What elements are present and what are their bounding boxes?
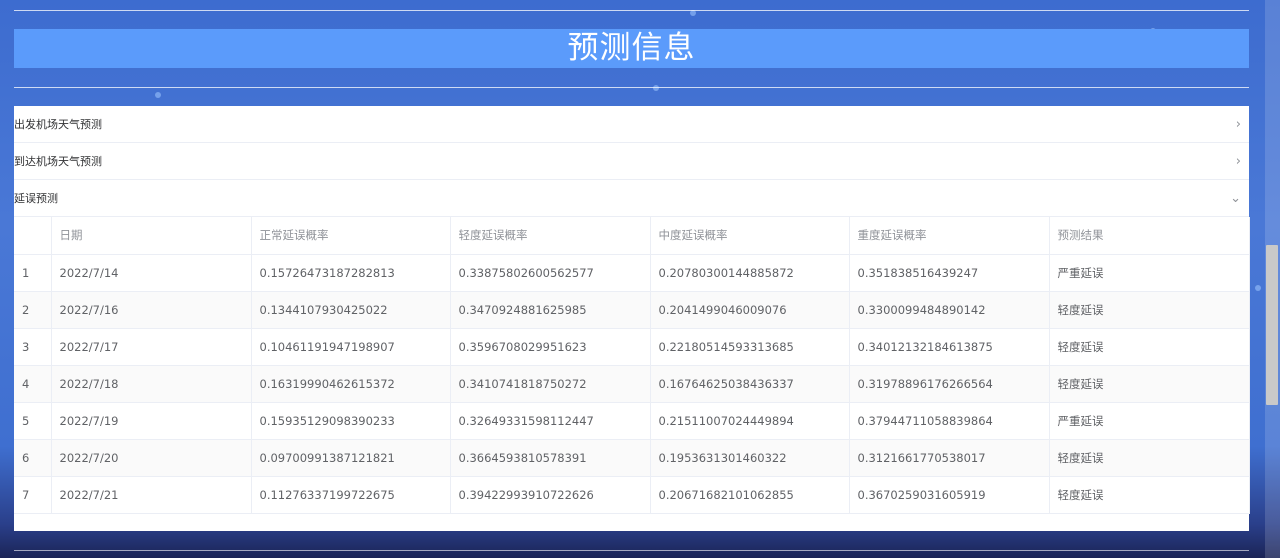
accordion-departure-weather[interactable]: 出发机场天气预测 › [14, 106, 1249, 143]
divider-middle [14, 87, 1249, 88]
cell-normal-prob: 0.1344107930425022 [251, 291, 451, 329]
cell-medium-prob: 0.20671682101062855 [650, 476, 850, 514]
cell-normal-prob: 0.09700991387121821 [251, 439, 451, 477]
cell-date: 2022/7/19 [51, 402, 252, 440]
row-index: 7 [14, 476, 52, 514]
cell-light-prob: 0.3410741818750272 [450, 365, 651, 403]
cell-date: 2022/7/17 [51, 328, 252, 366]
table-row: 3 2022/7/17 0.10461191947198907 0.359670… [14, 328, 1250, 366]
cell-heavy-prob: 0.3121661770538017 [849, 439, 1050, 477]
page-title: 预测信息 [14, 29, 1249, 68]
cell-medium-prob: 0.1953631301460322 [650, 439, 850, 477]
divider-bottom [14, 550, 1249, 551]
row-index: 5 [14, 402, 52, 440]
header-date[interactable]: 日期 [51, 217, 252, 255]
cell-result: 轻度延误 [1049, 365, 1250, 403]
accordion-label: 出发机场天气预测 [14, 118, 102, 131]
divider-top [14, 10, 1249, 11]
cell-normal-prob: 0.15935129098390233 [251, 402, 451, 440]
cell-date: 2022/7/18 [51, 365, 252, 403]
prediction-panel: 出发机场天气预测 › 到达机场天气预测 › 延误预测 ⌄ 日期 正常延误概率 轻… [14, 106, 1250, 531]
cell-medium-prob: 0.20780300144885872 [650, 254, 850, 292]
cell-heavy-prob: 0.3670259031605919 [849, 476, 1050, 514]
header-medium-prob[interactable]: 中度延误概率 [650, 217, 850, 255]
delay-prediction-table: 日期 正常延误概率 轻度延误概率 中度延误概率 重度延误概率 预测结果 1 20… [14, 217, 1250, 514]
cell-normal-prob: 0.10461191947198907 [251, 328, 451, 366]
cell-normal-prob: 0.16319990462615372 [251, 365, 451, 403]
cell-normal-prob: 0.15726473187282813 [251, 254, 451, 292]
cell-heavy-prob: 0.351838516439247 [849, 254, 1050, 292]
table-row: 7 2022/7/21 0.11276337199722675 0.394229… [14, 476, 1250, 514]
table-header-row: 日期 正常延误概率 轻度延误概率 中度延误概率 重度延误概率 预测结果 [14, 217, 1250, 255]
row-index: 6 [14, 439, 52, 477]
chevron-right-icon: › [1235, 116, 1241, 132]
cell-result: 轻度延误 [1049, 291, 1250, 329]
cell-date: 2022/7/20 [51, 439, 252, 477]
row-index: 2 [14, 291, 52, 329]
header-light-prob[interactable]: 轻度延误概率 [450, 217, 651, 255]
cell-result: 严重延误 [1049, 402, 1250, 440]
cell-light-prob: 0.3664593810578391 [450, 439, 651, 477]
chevron-right-icon: › [1235, 153, 1241, 169]
accordion-delay-prediction[interactable]: 延误预测 ⌄ [14, 180, 1249, 217]
cell-heavy-prob: 0.3300099484890142 [849, 291, 1050, 329]
chevron-down-icon: ⌄ [1230, 190, 1241, 206]
table-row: 6 2022/7/20 0.09700991387121821 0.366459… [14, 439, 1250, 477]
cell-light-prob: 0.32649331598112447 [450, 402, 651, 440]
row-index: 3 [14, 328, 52, 366]
accordion-arrival-weather[interactable]: 到达机场天气预测 › [14, 143, 1249, 180]
cell-medium-prob: 0.22180514593313685 [650, 328, 850, 366]
cell-heavy-prob: 0.37944711058839864 [849, 402, 1050, 440]
cell-medium-prob: 0.2041499046009076 [650, 291, 850, 329]
header-heavy-prob[interactable]: 重度延误概率 [849, 217, 1050, 255]
page-scrollbar[interactable] [1265, 0, 1280, 558]
accordion-label: 延误预测 [14, 192, 58, 205]
cell-result: 严重延误 [1049, 254, 1250, 292]
cell-light-prob: 0.3596708029951623 [450, 328, 651, 366]
accordion-label: 到达机场天气预测 [14, 155, 102, 168]
table-row: 4 2022/7/18 0.16319990462615372 0.341074… [14, 365, 1250, 403]
cell-medium-prob: 0.21511007024449894 [650, 402, 850, 440]
header-index [14, 217, 52, 255]
header-result[interactable]: 预测结果 [1049, 217, 1250, 255]
scrollbar-thumb[interactable] [1266, 245, 1278, 405]
table-row: 2 2022/7/16 0.1344107930425022 0.3470924… [14, 291, 1250, 329]
cell-date: 2022/7/21 [51, 476, 252, 514]
cell-light-prob: 0.39422993910722626 [450, 476, 651, 514]
cell-result: 轻度延误 [1049, 328, 1250, 366]
cell-date: 2022/7/14 [51, 254, 252, 292]
cell-result: 轻度延误 [1049, 439, 1250, 477]
cell-heavy-prob: 0.31978896176266564 [849, 365, 1050, 403]
cell-medium-prob: 0.16764625038436337 [650, 365, 850, 403]
cell-date: 2022/7/16 [51, 291, 252, 329]
cell-light-prob: 0.33875802600562577 [450, 254, 651, 292]
cell-heavy-prob: 0.34012132184613875 [849, 328, 1050, 366]
table-row: 5 2022/7/19 0.15935129098390233 0.326493… [14, 402, 1250, 440]
cell-light-prob: 0.3470924881625985 [450, 291, 651, 329]
row-index: 1 [14, 254, 52, 292]
row-index: 4 [14, 365, 52, 403]
cell-normal-prob: 0.11276337199722675 [251, 476, 451, 514]
cell-result: 轻度延误 [1049, 476, 1250, 514]
header-normal-prob[interactable]: 正常延误概率 [251, 217, 451, 255]
table-row: 1 2022/7/14 0.15726473187282813 0.338758… [14, 254, 1250, 292]
